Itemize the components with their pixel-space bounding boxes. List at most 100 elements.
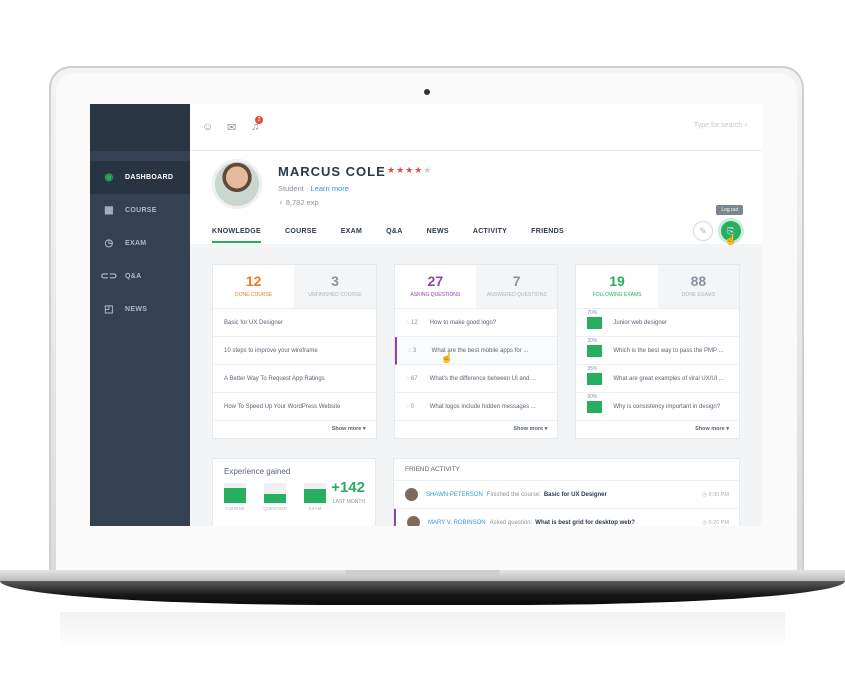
stat-done-exams[interactable]: 88 DONE EXAMS xyxy=(657,265,740,308)
friend-name[interactable]: MARY V. ROBINSON xyxy=(428,520,486,526)
chevron-down-icon: ▾ xyxy=(726,426,730,432)
question-text: What logos include hidden messages ... xyxy=(429,403,536,410)
stat-following-exams[interactable]: 19 FOLLOWING EXAMS xyxy=(576,265,657,308)
profile-role-line: Student · Learn more xyxy=(278,184,349,193)
stat-label: DONE EXAMS xyxy=(681,292,716,298)
sidebar-item-course[interactable]: ▦ COURSE xyxy=(90,194,190,227)
comment-icon: ◌ xyxy=(405,403,410,410)
show-more-label: Show more xyxy=(331,426,362,432)
exam-text: What are great examples of viral UX/UI .… xyxy=(613,375,725,382)
app-screen: ◉ DASHBOARD ▦ COURSE ◷ EXAM ⊂⊃ Q&A ◰ NEW… xyxy=(90,104,762,526)
tab-course[interactable]: COURSE xyxy=(285,228,317,243)
hand-cursor-icon: ☝ xyxy=(724,235,737,246)
avatar xyxy=(405,488,418,501)
sidebar-item-news[interactable]: ◰ NEWS xyxy=(90,293,190,326)
bar-label: EXAM xyxy=(308,506,322,511)
medal-icon: ♀ xyxy=(278,198,284,207)
user-icon[interactable]: ☺ xyxy=(202,121,213,133)
profile-panel: MARCUS COLE ★★★★★ Student · Learn more ♀… xyxy=(190,151,762,246)
tab-qa[interactable]: Q&A xyxy=(386,228,402,243)
topbar: ☺ ✉ ♫ 2 Type for search ⌕ xyxy=(190,104,762,151)
profile-exp: ♀ 8,782 exp xyxy=(278,198,319,207)
stat-number: 12 xyxy=(245,273,262,289)
show-more-label: Show more xyxy=(695,426,725,432)
qa-icon: ⊂⊃ xyxy=(100,271,118,282)
clock-icon: ◷ xyxy=(702,491,707,498)
experience-period: LAST MONTH xyxy=(332,499,365,505)
progress-label: 90% xyxy=(587,393,598,400)
chat-icon[interactable]: ✉ xyxy=(227,121,236,134)
bar-fill xyxy=(224,488,246,503)
stat-number: 3 xyxy=(331,273,339,289)
list-item[interactable]: ◌ 0 What logos include hidden messages ..… xyxy=(394,393,558,421)
friend-name[interactable]: SHAWN PETERSON xyxy=(426,492,483,498)
edit-button[interactable]: ✎ xyxy=(693,221,713,241)
sidebar-item-qa[interactable]: ⊂⊃ Q&A xyxy=(90,260,190,293)
card-stats: 27 ASKING QUESTIONS 7 ANSWERED QUESTIONS xyxy=(394,265,558,309)
stat-unfinished-course[interactable]: 3 UNFINISHED COURSE xyxy=(294,265,376,308)
stat-answered-questions[interactable]: 7 ANSWERED QUESTIONS xyxy=(476,265,558,308)
sidebar-header xyxy=(90,104,190,151)
search-input[interactable]: Type for search ⌕ xyxy=(694,122,748,130)
friend-activity-title: FRIEND ACTIVITY xyxy=(394,459,739,481)
activity-row[interactable]: SHAWN PETERSON Finished the course: Basic … xyxy=(394,481,739,509)
tab-exam[interactable]: EXAM xyxy=(341,228,362,243)
show-more-label: Show more xyxy=(513,426,544,432)
list-item[interactable]: 35% What are great examples of viral UX/U… xyxy=(576,365,740,393)
webcam xyxy=(424,89,430,95)
stat-asking-questions[interactable]: 27 ASKING QUESTIONS xyxy=(395,265,476,308)
activity-target[interactable]: Basic for UX Designer xyxy=(544,492,607,498)
experience-value: +142 xyxy=(331,479,365,496)
list-item[interactable]: ◌ 12 How to make good logo? xyxy=(394,309,558,337)
course-icon: ▦ xyxy=(104,205,114,216)
list-item[interactable]: ◌ 3 What are the best mobile apps for ...… xyxy=(394,337,558,365)
comment-icon: ◌ xyxy=(405,319,410,326)
experience-card: Experience gained COURSE QUESTION EXAM +… xyxy=(212,458,376,526)
list-item[interactable]: 70% Junior web designer xyxy=(576,309,740,337)
pencil-icon: ✎ xyxy=(699,225,707,236)
exam-text: Why is consistency important in design? xyxy=(613,403,721,410)
show-more-button[interactable]: Show more ▾ xyxy=(332,426,366,432)
search-icon: ⌕ xyxy=(744,122,748,129)
laptop-mockup: ◉ DASHBOARD ▦ COURSE ◷ EXAM ⊂⊃ Q&A ◰ NEW… xyxy=(0,0,845,684)
list-item[interactable]: 10 steps to improve your wireframe xyxy=(213,337,376,365)
activity-action: Asked question: xyxy=(489,519,533,526)
list-item[interactable]: 90% Why is consistency important in desig… xyxy=(576,393,740,421)
sidebar-item-exam[interactable]: ◷ EXAM xyxy=(90,227,190,260)
learn-more-link[interactable]: Learn more xyxy=(311,184,349,193)
comment-count: ◌ 0 xyxy=(406,404,430,410)
list-item[interactable]: ◌ 67 What's the difference between UI and… xyxy=(394,365,558,393)
time-value: 9:30 PM xyxy=(708,491,729,498)
tab-news[interactable]: NEWS xyxy=(427,228,449,243)
count-value: 3 xyxy=(412,347,417,354)
activity-time: ◷ 9:20 PM xyxy=(702,520,729,526)
summary-cards: 12 DONE COURSE 3 UNFINISHED COURSE Basic f… xyxy=(212,264,741,439)
list-item[interactable]: How To Speed Up Your WordPress Website xyxy=(213,393,376,421)
tab-friends[interactable]: FRIENDS xyxy=(531,228,564,243)
progress-swatch: 35% xyxy=(587,366,603,385)
exp-value: 8,782 exp xyxy=(285,198,319,207)
activity-action: Finished the course: xyxy=(486,491,541,498)
list-item[interactable]: A Better Way To Request App Ratings xyxy=(213,365,376,393)
separator: · xyxy=(305,184,309,193)
bar-fill xyxy=(264,494,286,503)
question-text: How to make good logo? xyxy=(429,319,497,326)
tab-knowledge[interactable]: KNOWLEDGE xyxy=(212,228,261,243)
stat-done-course[interactable]: 12 DONE COURSE xyxy=(213,265,294,308)
list-item[interactable]: 20% Which is the best way to pass the PMP… xyxy=(576,337,740,365)
progress-label: 35% xyxy=(587,365,598,372)
show-more-button[interactable]: Show more ▾ xyxy=(513,426,547,432)
tab-activity[interactable]: ACTIVITY xyxy=(473,228,507,243)
activity-row[interactable]: MARY V. ROBINSON Asked question: What is b… xyxy=(394,509,739,526)
comment-count: ◌ 3 xyxy=(408,348,432,354)
laptop-base-shadow xyxy=(0,581,845,605)
show-more-button[interactable]: Show more ▾ xyxy=(695,426,729,432)
stat-number: 88 xyxy=(690,273,707,289)
clock-icon: ◷ xyxy=(104,238,114,249)
activity-target[interactable]: What is best grid for desktop web? xyxy=(535,520,635,526)
star-empty-icon: ★ xyxy=(423,165,433,175)
experience-bar: COURSE xyxy=(224,483,246,511)
list-item[interactable]: Basic for UX Designer xyxy=(213,309,376,337)
sidebar-item-dashboard[interactable]: ◉ DASHBOARD xyxy=(90,161,190,194)
bar-label: QUESTION xyxy=(263,506,287,511)
